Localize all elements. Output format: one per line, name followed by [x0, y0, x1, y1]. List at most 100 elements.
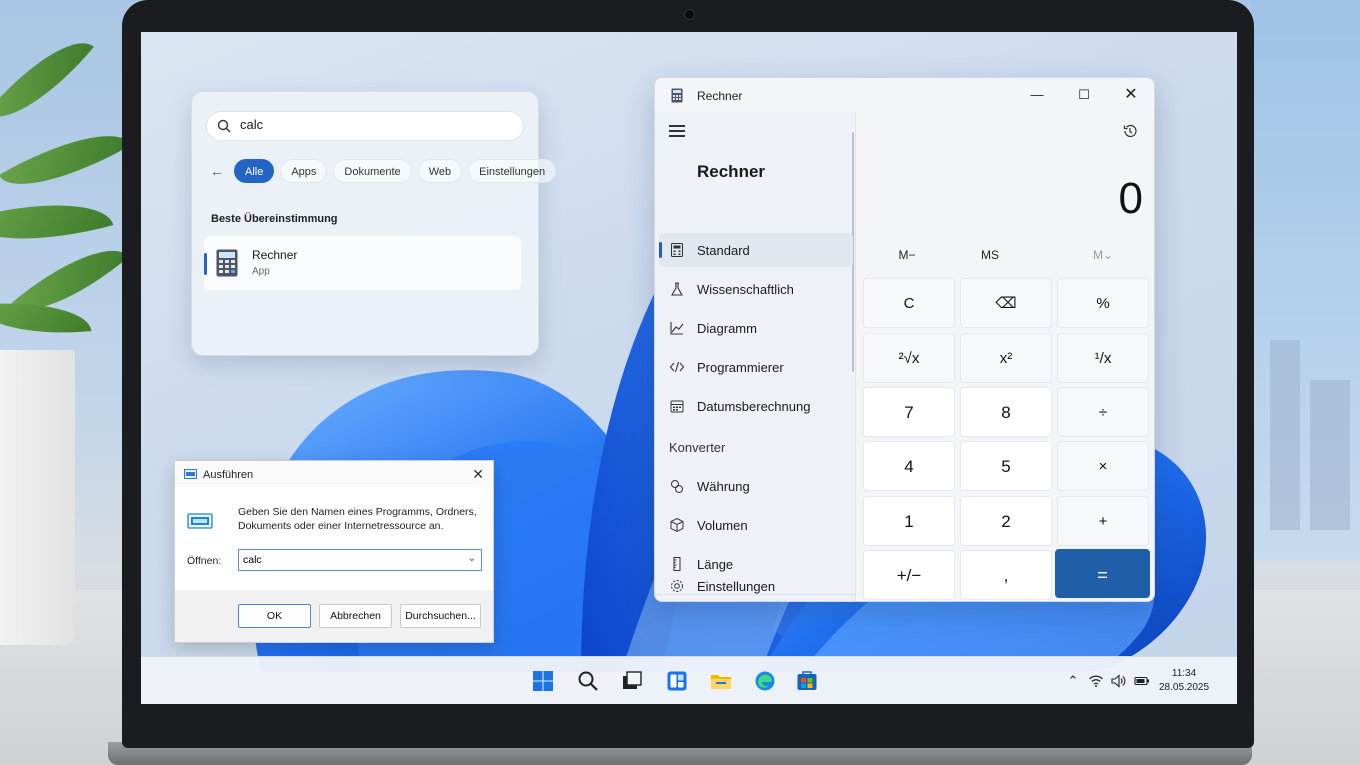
negate-button[interactable]: +/−	[863, 550, 955, 600]
converter-heading: Konverter	[669, 440, 726, 455]
search-box[interactable]	[206, 111, 524, 141]
nav-item-programmer[interactable]: Programmierer	[659, 350, 853, 384]
chevron-up-icon[interactable]: ⌃	[1065, 673, 1081, 689]
desktop: ← Alle Apps Dokumente Web Einstellungen …	[141, 32, 1237, 704]
digit-4-button[interactable]: 4	[863, 441, 955, 491]
nav-item-volume[interactable]: Volumen	[659, 508, 853, 542]
digit-7-button[interactable]: 7	[863, 387, 955, 437]
back-arrow-icon[interactable]: ←	[208, 162, 226, 180]
nav-item-label: Diagramm	[697, 321, 757, 336]
nav-item-settings[interactable]: Einstellungen	[659, 569, 853, 601]
decimal-button[interactable]: ,	[960, 550, 1052, 600]
cube-icon	[670, 517, 684, 533]
multiply-button[interactable]: ×	[1057, 441, 1149, 491]
run-dialog: Ausführen ✕ Geben Sie den Namen eines Pr…	[174, 460, 494, 643]
open-combobox[interactable]: ⌄	[238, 549, 482, 571]
code-icon	[669, 361, 685, 373]
best-match-heading: Beste Übereinstimmung	[211, 213, 338, 225]
nav-item-graphing[interactable]: Diagramm	[659, 311, 853, 345]
nav-item-label: Einstellungen	[697, 579, 776, 594]
result-type: App	[252, 266, 270, 277]
clock-time: 11:34	[1171, 668, 1197, 679]
calendar-icon	[670, 400, 684, 413]
battery-icon[interactable]	[1134, 673, 1150, 689]
ok-button[interactable]: OK	[238, 604, 311, 628]
run-titlebar[interactable]: Ausführen ✕	[175, 461, 493, 487]
nav-item-label: Datumsberechnung	[697, 399, 811, 414]
volume-icon[interactable]	[1110, 673, 1126, 689]
gear-icon	[671, 580, 683, 592]
cancel-button[interactable]: Abbrechen	[319, 604, 392, 628]
calculator-window: Rechner — ☐ ✕ Rechner Standard Wissensch…	[654, 77, 1155, 602]
calculator-titlebar[interactable]: Rechner — ☐ ✕	[655, 78, 1154, 112]
search-icon[interactable]	[577, 670, 599, 692]
digit-8-button[interactable]: 8	[960, 387, 1052, 437]
run-title: Ausführen	[203, 469, 254, 481]
nav-item-scientific[interactable]: Wissenschaftlich	[659, 272, 853, 306]
memory-store-button[interactable]: MS	[960, 248, 1020, 262]
nav-title: Rechner	[697, 162, 766, 181]
store-icon[interactable]	[796, 670, 818, 692]
equals-button[interactable]: =	[1055, 549, 1150, 598]
open-label: Öffnen:	[187, 555, 222, 567]
digit-5-button[interactable]: 5	[960, 441, 1052, 491]
edge-icon[interactable]	[754, 670, 776, 692]
memory-list-button[interactable]: M⌄	[1073, 248, 1133, 262]
file-explorer-icon[interactable]	[710, 670, 732, 692]
selection-indicator	[204, 253, 207, 275]
percent-button[interactable]: %	[1057, 278, 1149, 328]
nav-item-date-calculation[interactable]: Datumsberechnung	[659, 389, 853, 423]
calculator-display: 0	[1118, 174, 1143, 223]
browse-button[interactable]: Durchsuchen...	[400, 604, 481, 628]
nav-item-currency[interactable]: Währung	[659, 469, 853, 503]
square-root-button[interactable]: ²√x	[863, 333, 955, 383]
open-input[interactable]	[243, 554, 453, 566]
maximize-button[interactable]: ☐	[1070, 84, 1098, 106]
filter-web[interactable]: Web	[417, 159, 463, 183]
filter-documents[interactable]: Dokumente	[333, 159, 412, 183]
chevron-down-icon[interactable]: ⌄	[468, 553, 476, 564]
windows-start-icon[interactable]	[532, 670, 554, 692]
memory-minus-button[interactable]: M−	[877, 248, 937, 262]
digit-2-button[interactable]: 2	[960, 496, 1052, 546]
calculator-app-icon	[671, 88, 683, 103]
run-description: Geben Sie den Namen eines Programms, Ord…	[238, 506, 477, 532]
filter-apps[interactable]: Apps	[280, 159, 328, 183]
digit-1-button[interactable]: 1	[863, 496, 955, 546]
hamburger-menu-icon[interactable]	[669, 125, 685, 137]
flask-icon	[671, 282, 683, 296]
filter-all[interactable]: Alle	[234, 159, 275, 183]
plus-button[interactable]: +	[1057, 496, 1149, 546]
clear-button[interactable]: C	[863, 278, 955, 328]
backspace-button[interactable]: ⌫	[960, 278, 1052, 328]
best-match-result[interactable]: Rechner App	[204, 236, 521, 290]
taskbar-clock[interactable]: 11:34 28.05.2025	[1159, 667, 1209, 695]
run-app-icon	[184, 469, 197, 479]
nav-item-label: Wissenschaftlich	[697, 282, 794, 297]
wifi-icon[interactable]	[1088, 673, 1104, 689]
filter-settings[interactable]: Einstellungen	[468, 159, 557, 183]
task-view-icon[interactable]	[621, 670, 643, 692]
selection-indicator	[659, 242, 662, 258]
nav-item-label: Standard	[697, 243, 750, 258]
reciprocal-button[interactable]: ¹/x	[1057, 333, 1149, 383]
run-program-icon	[187, 513, 213, 529]
currency-icon	[671, 480, 683, 493]
minimize-button[interactable]: —	[1023, 84, 1051, 106]
divide-button[interactable]: ÷	[1057, 387, 1149, 437]
close-button[interactable]: ✕	[1117, 84, 1145, 106]
run-body: Geben Sie den Namen eines Programms, Ord…	[175, 487, 493, 590]
search-flyout: ← Alle Apps Dokumente Web Einstellungen …	[191, 91, 557, 356]
clock-date: 28.05.2025	[1159, 682, 1210, 693]
widgets-icon[interactable]	[666, 670, 688, 692]
history-icon[interactable]	[1122, 123, 1138, 139]
window-title: Rechner	[697, 89, 743, 103]
webcam	[684, 9, 695, 20]
close-button[interactable]: ✕	[472, 466, 484, 483]
calculator-icon	[671, 243, 683, 257]
search-icon	[217, 119, 231, 133]
background-window	[1250, 0, 1360, 560]
search-input[interactable]	[240, 117, 500, 132]
square-button[interactable]: x²	[960, 333, 1052, 383]
nav-item-standard[interactable]: Standard	[659, 233, 853, 267]
